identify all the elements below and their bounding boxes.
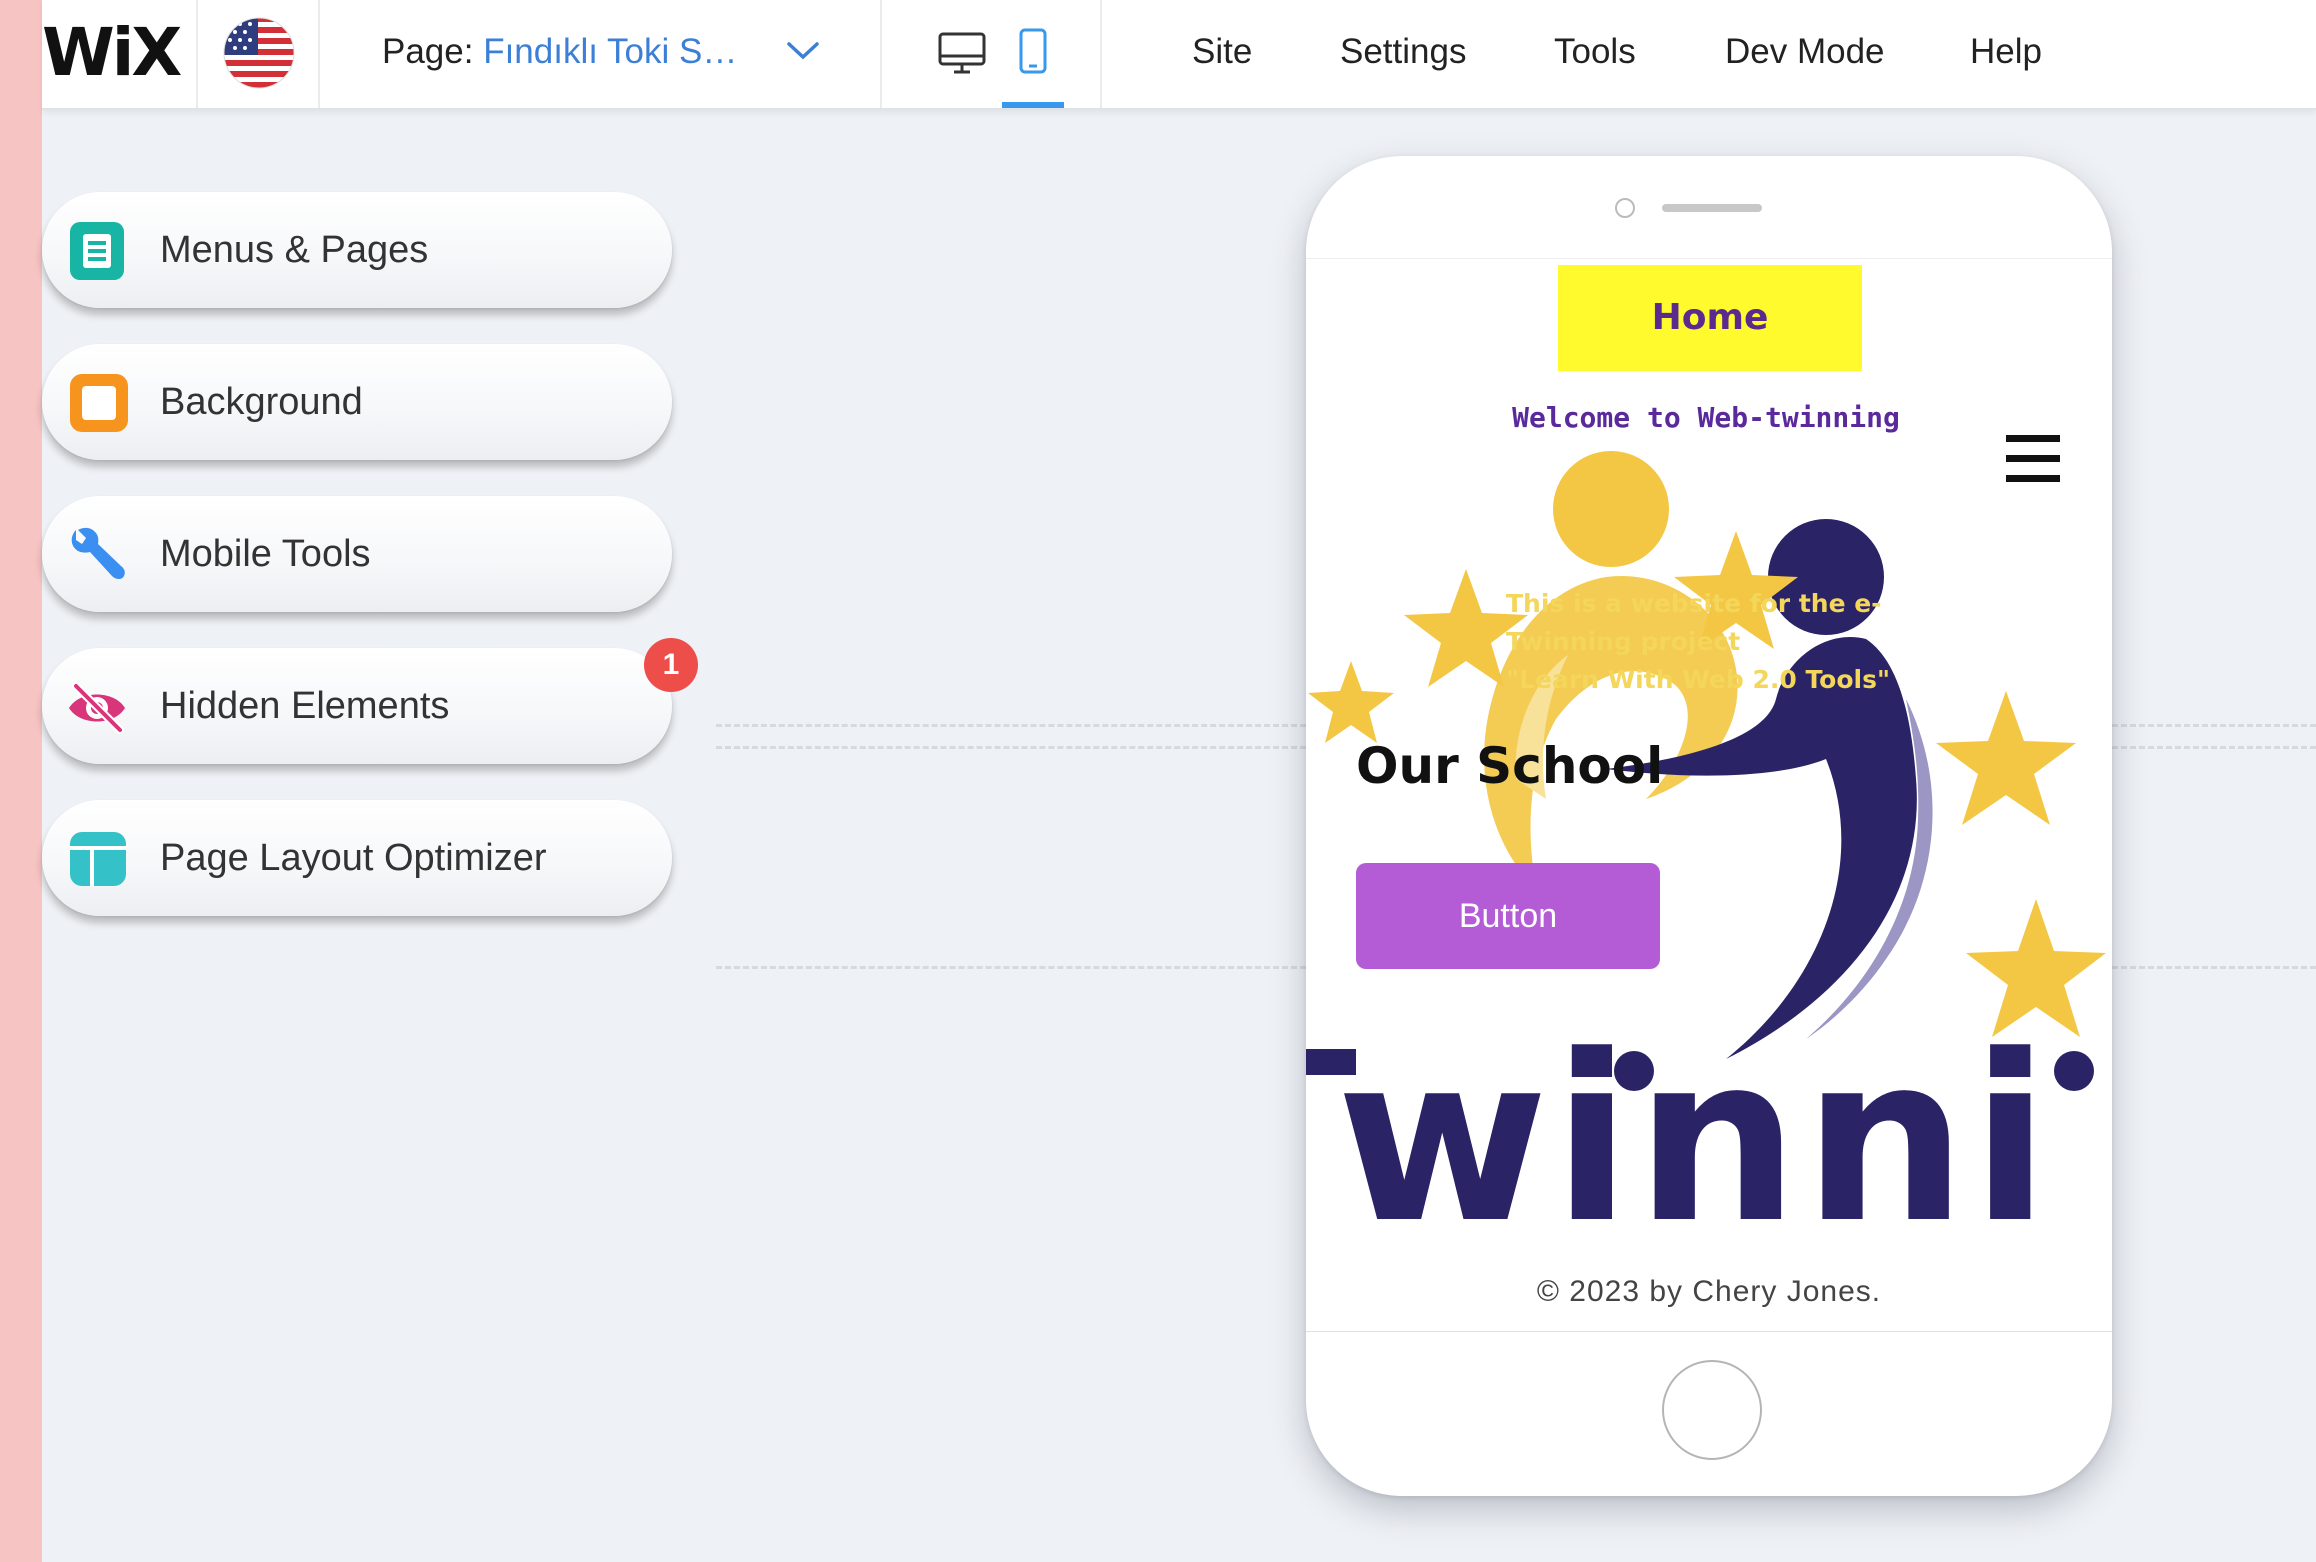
menus-pages-icon <box>70 222 124 280</box>
separator <box>196 0 198 108</box>
guide-line <box>716 966 1306 969</box>
hidden-elements-count-badge: 1 <box>644 638 698 692</box>
separator <box>880 0 882 108</box>
phone-home-button <box>1662 1360 1762 1460</box>
mobile-view-icon[interactable] <box>997 18 1069 90</box>
mobile-site-canvas[interactable]: Home Welcome to Web-twinning This is a w… <box>1306 258 2112 1332</box>
menus-pages-label: Menus & Pages <box>160 229 429 271</box>
background-icon <box>70 374 128 432</box>
mobile-tools-button[interactable]: Mobile Tools <box>42 496 672 612</box>
site-description: This is a website for the e- Twinning pr… <box>1506 585 1926 699</box>
site-description-line: Twinning project <box>1506 627 1741 656</box>
layout-optimizer-icon <box>70 832 126 886</box>
mobile-tools-label: Mobile Tools <box>160 533 371 575</box>
menu-settings[interactable]: Settings <box>1340 24 1466 80</box>
menu-site[interactable]: Site <box>1192 24 1252 80</box>
twinning-logo-text: winni <box>1336 1007 2054 1274</box>
site-heading[interactable]: Our School <box>1356 737 1663 795</box>
page-layout-optimizer-button[interactable]: Page Layout Optimizer <box>42 800 672 916</box>
guide-line <box>2112 746 2316 749</box>
desktop-view-icon[interactable] <box>926 18 998 90</box>
menu-dev-mode[interactable]: Dev Mode <box>1725 24 1885 80</box>
site-description-line: "Learn With Web 2.0 Tools" <box>1506 665 1890 694</box>
left-edge-strip <box>0 0 42 1562</box>
guide-line <box>2112 966 2316 969</box>
editor-top-bar: WiX Page: Fındıklı Toki S… Site Settings… <box>42 0 2316 110</box>
menu-tools[interactable]: Tools <box>1554 24 1636 80</box>
separator <box>318 0 320 108</box>
current-page-name: Fındıklı Toki S… <box>483 32 738 71</box>
mobile-view-active-indicator <box>1002 102 1064 108</box>
wix-logo[interactable]: WiX <box>42 18 182 88</box>
site-welcome-text: Welcome to Web-twinning <box>1512 401 1900 434</box>
page-layout-optimizer-label: Page Layout Optimizer <box>160 837 547 879</box>
guide-line <box>716 724 1306 727</box>
phone-speaker <box>1662 204 1762 212</box>
hidden-eye-icon <box>69 682 125 734</box>
mobile-preview-frame: Home Welcome to Web-twinning This is a w… <box>1306 156 2112 1496</box>
us-flag-icon[interactable] <box>222 16 296 90</box>
background-label: Background <box>160 381 363 423</box>
background-button[interactable]: Background <box>42 344 672 460</box>
hamburger-menu-icon[interactable] <box>2006 435 2060 483</box>
guide-line <box>716 746 1306 749</box>
chevron-down-icon[interactable] <box>786 40 820 62</box>
menu-help[interactable]: Help <box>1970 24 2042 80</box>
site-button[interactable]: Button <box>1356 863 1660 969</box>
hidden-elements-button[interactable]: Hidden Elements <box>42 648 672 764</box>
wrench-icon <box>71 527 125 579</box>
page-selector[interactable]: Page: Fındıklı Toki S… <box>382 24 737 80</box>
hidden-elements-label: Hidden Elements <box>160 685 450 727</box>
site-nav-home-button[interactable]: Home <box>1558 265 1862 371</box>
page-selector-prefix: Page: <box>382 32 474 71</box>
menus-pages-button[interactable]: Menus & Pages <box>42 192 672 308</box>
site-footer-copyright: © 2023 by Chery Jones. <box>1536 1275 1882 1308</box>
phone-camera <box>1615 198 1635 218</box>
site-description-line: This is a website for the e- <box>1506 589 1882 618</box>
separator <box>1100 0 1102 108</box>
guide-line <box>2112 724 2316 727</box>
